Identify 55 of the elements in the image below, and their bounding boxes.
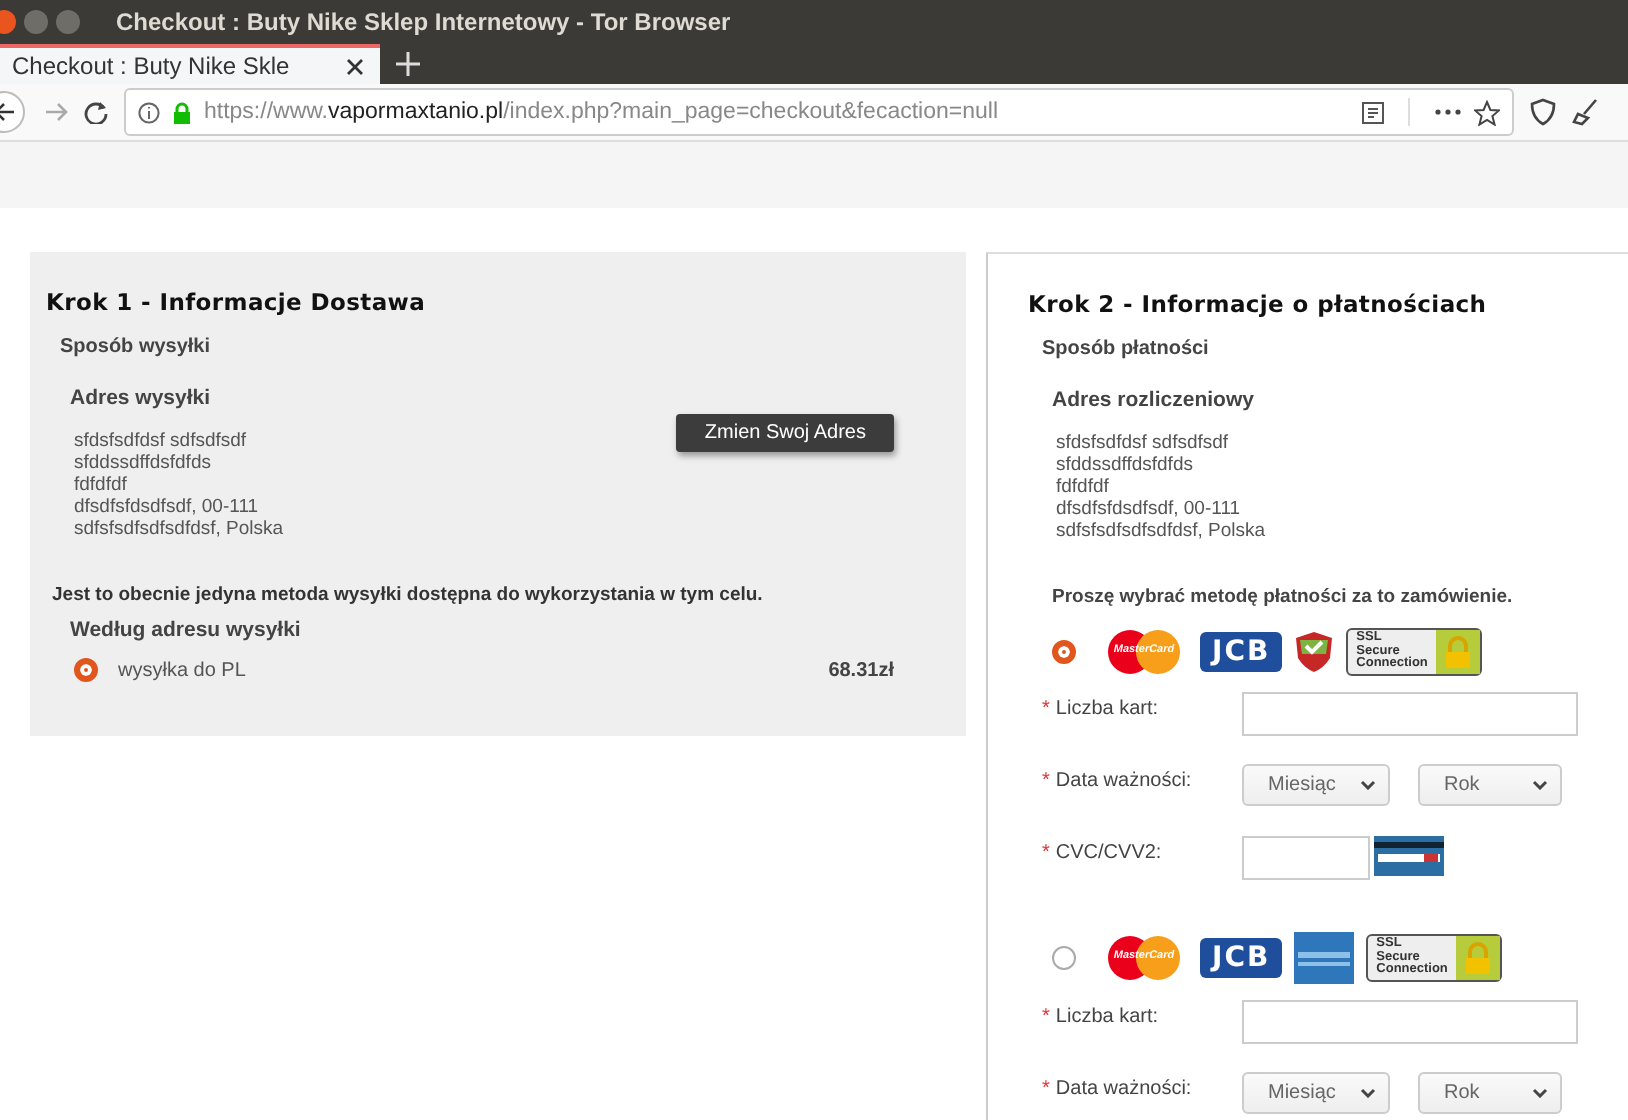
browser-tab[interactable]: Checkout : Buty Nike Skle <box>0 44 380 84</box>
section-heading: Krok 1 - Informacje Dostawa <box>46 288 428 316</box>
shipping-price: 68.31zł <box>828 659 894 681</box>
address-heading: Adres rozliczeniowy <box>1052 388 1256 412</box>
reader-view-icon[interactable] <box>1362 101 1384 123</box>
minimize-icon[interactable] <box>24 10 48 34</box>
year-select[interactable]: Rok <box>1418 1072 1562 1114</box>
info-icon <box>138 101 160 123</box>
year-select[interactable]: Rok <box>1418 764 1562 806</box>
billing-address: sfdsfsdfdsf sdfsdfsdf sfddssdffdsfdfds fdfdfdf dfsdfsfdsdfsdf, 00-111 sdfsfsdfsdfsdfdsf, Polska <box>1056 432 1268 542</box>
month-select[interactable]: Miesiąc <box>1242 764 1390 806</box>
broom-icon[interactable] <box>1572 98 1600 126</box>
window-title: Checkout : Buty Nike Sklep Internetowy - Tor Browser <box>116 8 731 36</box>
radio-button[interactable] <box>1052 946 1076 970</box>
back-icon[interactable] <box>0 90 28 134</box>
plus-icon[interactable] <box>396 52 420 76</box>
field-label: * Data ważności: <box>1042 1076 1194 1100</box>
section-heading: Krok 2 - Informacje o płatnościach <box>1028 290 1489 318</box>
address-heading: Adres wysyłki <box>70 386 213 410</box>
caret-icon <box>1360 1088 1376 1098</box>
caret-icon <box>1532 1088 1548 1098</box>
star-icon[interactable] <box>1474 99 1500 125</box>
shipping-note: Jest to obecnie jedyna metoda wysyłki dostępna do wykorzystania w tym celu. <box>52 584 765 606</box>
caret-icon <box>1532 780 1548 790</box>
card-back-icon <box>1374 836 1444 876</box>
card-logo-icon <box>1294 932 1355 984</box>
padlock-icon <box>172 101 192 123</box>
more-icon[interactable] <box>1434 108 1462 116</box>
reload-icon[interactable] <box>84 100 108 124</box>
address-bar[interactable]: https://www.vapormaxtanio.pl/index.php?main_page=checkout&fecaction=null <box>124 88 1514 136</box>
shield-check-icon <box>1294 630 1335 674</box>
cvc-field[interactable] <box>1242 836 1370 880</box>
card-number-field[interactable] <box>1242 1000 1578 1044</box>
field-label: * CVC/CVV2: <box>1042 840 1164 864</box>
field-label: * Liczba kart: <box>1042 1004 1161 1028</box>
close-icon[interactable] <box>346 57 364 75</box>
card-number-field[interactable] <box>1242 692 1578 736</box>
field-label: * Liczba kart: <box>1042 696 1161 720</box>
section-label: Sposób wysyłki <box>60 336 213 358</box>
radio-button[interactable] <box>74 658 98 682</box>
jcb-logo: JCB <box>1200 632 1283 672</box>
change-address-button[interactable]: Zmien Swoj Adres <box>676 414 894 452</box>
month-select[interactable]: Miesiąc <box>1242 1072 1390 1114</box>
shield-icon[interactable] <box>1530 98 1556 126</box>
section-label: Sposób płatności <box>1042 338 1211 360</box>
shipping-option-label: wysyłka do PL <box>118 659 246 681</box>
rule-heading: Według adresu wysyłki <box>70 618 303 642</box>
payment-prompt: Proszę wybrać metodę płatności za to zamówienie. <box>1052 586 1515 608</box>
maximize-icon[interactable] <box>56 10 80 34</box>
radio-button[interactable] <box>1052 640 1076 664</box>
jcb-logo: JCB <box>1200 938 1283 978</box>
forward-icon[interactable] <box>44 100 68 124</box>
caret-icon <box>1360 780 1376 790</box>
shipping-address: sfdsfsdfdsf sdfsdfsdf sfddssdffdsfdfds fdfdfdf dfsdfsfdsdfsdf, 00-111 sdfsfsdfsdfsdfdsf, Polska <box>74 430 284 540</box>
field-label: * Data ważności: <box>1042 768 1194 792</box>
